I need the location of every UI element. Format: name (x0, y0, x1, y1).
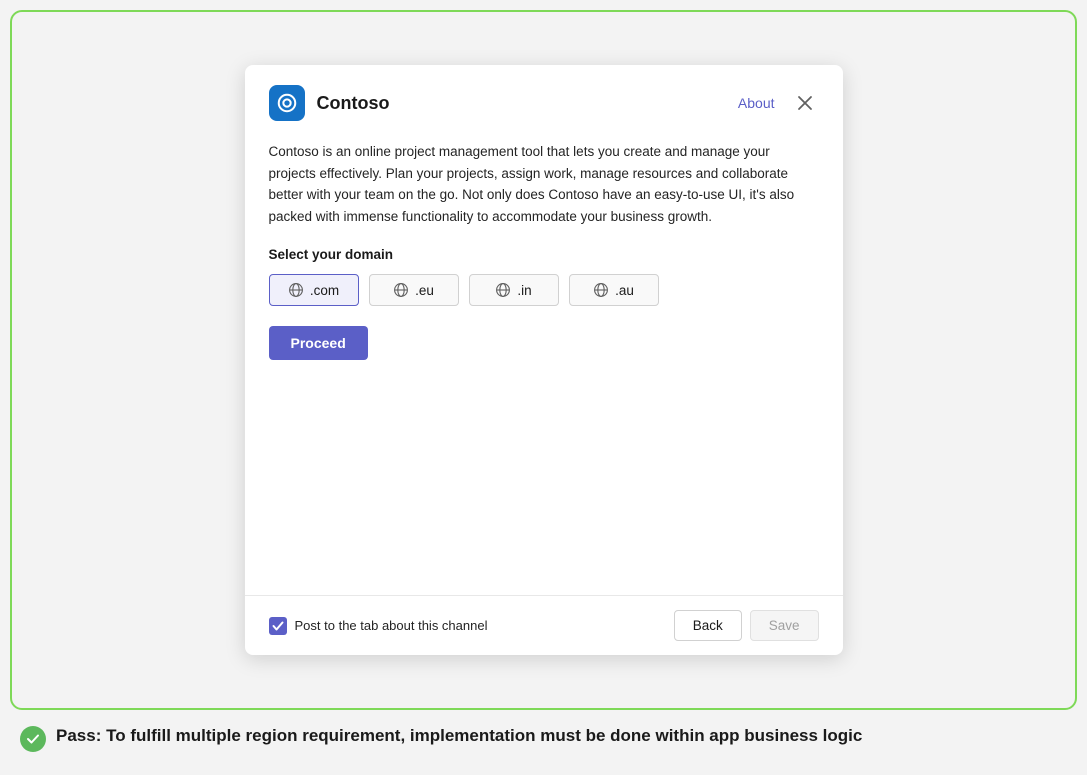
post-to-tab-label: Post to the tab about this channel (295, 618, 488, 633)
app-description: Contoso is an online project management … (269, 141, 819, 227)
dialog-header: Contoso About (245, 65, 843, 133)
pass-message: Pass: To fulfill multiple region require… (56, 724, 862, 748)
domain-label-in: .in (517, 283, 531, 298)
domain-options: .com .eu .in (269, 274, 819, 306)
dialog: Contoso About Contoso is an online proje… (245, 65, 843, 655)
save-button: Save (750, 610, 819, 641)
main-frame: Contoso About Contoso is an online proje… (10, 10, 1077, 710)
dialog-footer: Post to the tab about this channel Back … (245, 595, 843, 655)
domain-btn-au[interactable]: .au (569, 274, 659, 306)
app-title: Contoso (317, 93, 738, 114)
back-button[interactable]: Back (674, 610, 742, 641)
domain-label-com: .com (310, 283, 339, 298)
proceed-button[interactable]: Proceed (269, 326, 368, 360)
domain-btn-in[interactable]: .in (469, 274, 559, 306)
post-to-tab-area: Post to the tab about this channel (269, 617, 674, 635)
domain-btn-eu[interactable]: .eu (369, 274, 459, 306)
dialog-body: Contoso is an online project management … (245, 133, 843, 595)
domain-label-au: .au (615, 283, 634, 298)
domain-label-eu: .eu (415, 283, 434, 298)
close-button[interactable] (791, 89, 819, 117)
footer-buttons: Back Save (674, 610, 819, 641)
about-link[interactable]: About (738, 95, 775, 111)
pass-section: Pass: To fulfill multiple region require… (10, 724, 1077, 752)
app-logo (269, 85, 305, 121)
domain-section-label: Select your domain (269, 247, 819, 262)
pass-icon (20, 726, 46, 752)
domain-btn-com[interactable]: .com (269, 274, 359, 306)
post-to-tab-checkbox[interactable] (269, 617, 287, 635)
